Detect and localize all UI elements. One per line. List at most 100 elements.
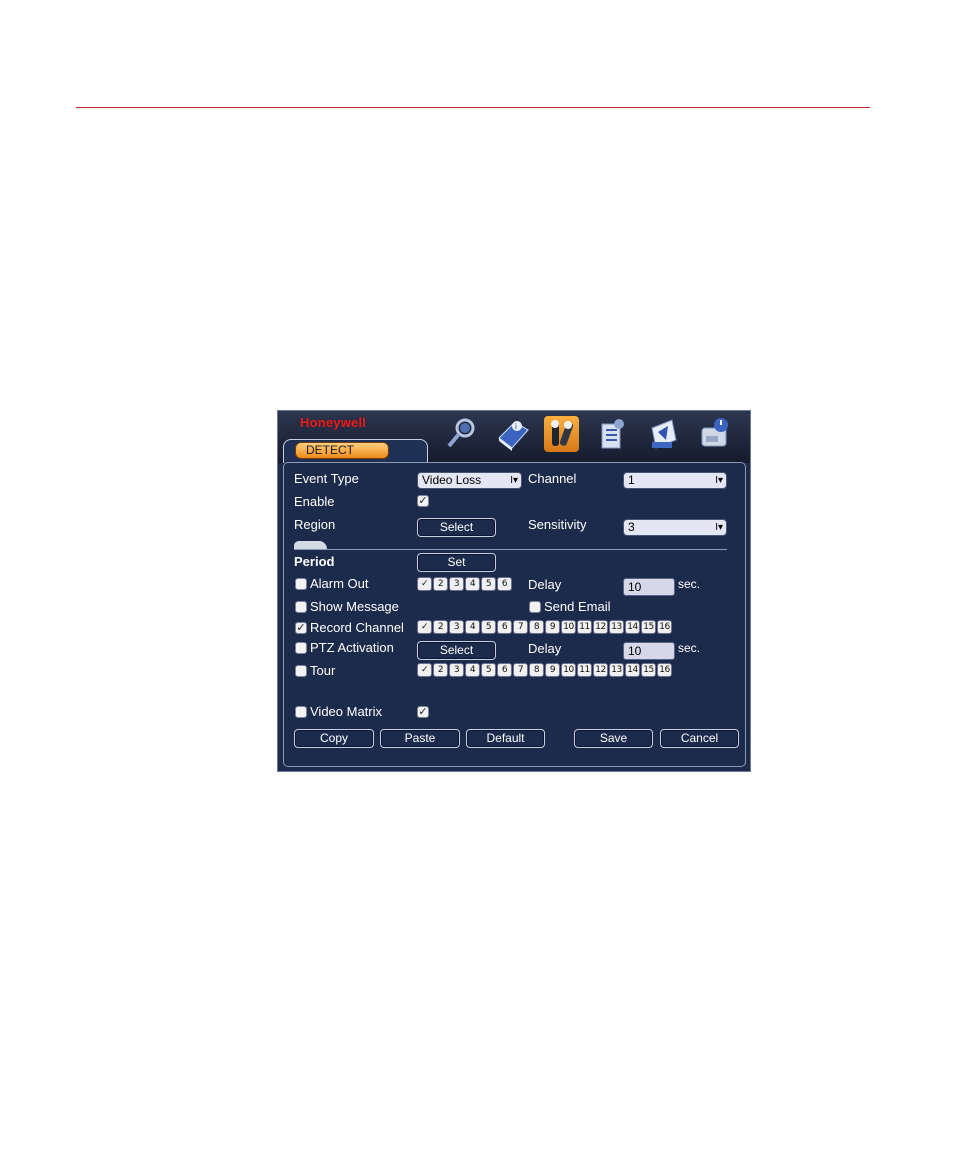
ptz-delay-label: Delay	[528, 641, 562, 656]
record-channel-14[interactable]: 14	[625, 620, 640, 634]
record-channel-15[interactable]: 15	[641, 620, 656, 634]
send-email-checkbox[interactable]	[529, 601, 541, 613]
svg-text:i: i	[515, 422, 517, 431]
event-type-dropdown[interactable]: Video Loss I▾	[417, 472, 522, 489]
alarm-out-checkbox[interactable]	[295, 578, 307, 590]
show-message-label: Show Message	[310, 599, 399, 614]
alarm-output-5[interactable]: 5	[481, 577, 496, 591]
tour-channel-9[interactable]: 9	[545, 663, 560, 677]
alarm-output-6[interactable]: 6	[497, 577, 512, 591]
record-channel-3[interactable]: 3	[449, 620, 464, 634]
enable-label: Enable	[294, 494, 335, 509]
paste-button[interactable]: Paste	[380, 729, 460, 748]
region-label: Region	[294, 517, 336, 532]
default-button[interactable]: Default	[466, 729, 545, 748]
channel-label: Channel	[528, 471, 577, 486]
alarm-delay-input[interactable]	[623, 578, 675, 596]
tour-channel-1[interactable]: ✓	[417, 663, 432, 677]
ptz-delay-input[interactable]	[623, 642, 675, 660]
tour-channel-7[interactable]: 7	[513, 663, 528, 677]
ptz-delay-unit: sec.	[678, 641, 701, 655]
alarm-delay-unit: sec.	[678, 577, 701, 591]
alarm-output-selector: ✓ 2 3 4 5 6	[417, 577, 512, 591]
tab-detect-label: DETECT	[295, 442, 389, 459]
alarm-out-label: Alarm Out	[310, 576, 369, 591]
enable-checkbox[interactable]: ✓	[417, 495, 429, 507]
record-channel-12[interactable]: 12	[593, 620, 608, 634]
event-type-value: Video Loss	[422, 473, 482, 487]
sensitivity-label: Sensitivity	[528, 517, 587, 532]
record-channel-5[interactable]: 5	[481, 620, 496, 634]
period-set-button[interactable]: Set	[417, 553, 496, 572]
alarm-output-3[interactable]: 3	[449, 577, 464, 591]
record-channel-16[interactable]: 16	[657, 620, 672, 634]
record-channel-6[interactable]: 6	[497, 620, 512, 634]
section-divider	[294, 549, 727, 550]
video-matrix-checkbox[interactable]	[295, 706, 307, 718]
tour-channel-selector: ✓ 2 3 4 5 6 7 8 9 10 11 12 13 14 15 16	[417, 663, 672, 677]
region-select-button[interactable]: Select	[417, 518, 496, 537]
shutdown-icon[interactable]	[697, 416, 732, 452]
settings-panel: Event Type Video Loss I▾ Channel 1 I▾ En…	[283, 462, 746, 767]
record-channel-2[interactable]: 2	[433, 620, 448, 634]
ptz-activation-label: PTZ Activation	[310, 640, 394, 655]
save-button[interactable]: Save	[574, 729, 653, 748]
record-channel-9[interactable]: 9	[545, 620, 560, 634]
show-message-checkbox[interactable]	[295, 601, 307, 613]
info-book-icon[interactable]: i	[495, 416, 530, 452]
setting-tools-icon[interactable]	[544, 416, 579, 452]
tour-label: Tour	[310, 663, 336, 678]
record-channel-11[interactable]: 11	[577, 620, 592, 634]
top-bar: Honeywell DETECT i	[278, 411, 750, 463]
tour-channel-6[interactable]: 6	[497, 663, 512, 677]
alarm-output-2[interactable]: 2	[433, 577, 448, 591]
record-channel-7[interactable]: 7	[513, 620, 528, 634]
tour-channel-4[interactable]: 4	[465, 663, 480, 677]
ptz-activation-checkbox[interactable]	[295, 642, 307, 654]
tour-channel-11[interactable]: 11	[577, 663, 592, 677]
tour-channel-15[interactable]: 15	[641, 663, 656, 677]
tour-channel-12[interactable]: 12	[593, 663, 608, 677]
channel-value: 1	[628, 473, 635, 487]
tour-channel-10[interactable]: 10	[561, 663, 576, 677]
record-channel-8[interactable]: 8	[529, 620, 544, 634]
channel-dropdown[interactable]: 1 I▾	[623, 472, 727, 489]
dropdown-arrow-icon: I▾	[715, 475, 723, 486]
alarm-delay-label: Delay	[528, 577, 562, 592]
detect-window: Honeywell DETECT i Event Type Video Loss…	[277, 410, 751, 772]
backup-icon[interactable]	[646, 416, 681, 452]
copy-button[interactable]: Copy	[294, 729, 374, 748]
tour-channel-5[interactable]: 5	[481, 663, 496, 677]
send-email-label: Send Email	[544, 599, 611, 614]
alarm-output-4[interactable]: 4	[465, 577, 480, 591]
tour-channel-8[interactable]: 8	[529, 663, 544, 677]
period-label: Period	[294, 554, 335, 569]
tour-checkbox[interactable]	[295, 665, 307, 677]
record-channel-checkbox[interactable]: ✓	[295, 622, 307, 634]
advanced-list-icon[interactable]	[595, 416, 630, 452]
tour-channel-3[interactable]: 3	[449, 663, 464, 677]
sensitivity-dropdown[interactable]: 3 I▾	[623, 519, 727, 536]
dropdown-arrow-icon: I▾	[510, 475, 518, 486]
tour-channel-14[interactable]: 14	[625, 663, 640, 677]
record-channel-10[interactable]: 10	[561, 620, 576, 634]
search-icon[interactable]	[443, 416, 478, 452]
record-channel-4[interactable]: 4	[465, 620, 480, 634]
event-type-label: Event Type	[294, 471, 359, 486]
header-rule	[76, 107, 870, 108]
cancel-button[interactable]: Cancel	[660, 729, 739, 748]
dropdown-arrow-icon: I▾	[715, 522, 723, 533]
record-channel-13[interactable]: 13	[609, 620, 624, 634]
record-channel-label: Record Channel	[310, 620, 404, 635]
record-channel-1[interactable]: ✓	[417, 620, 432, 634]
sensitivity-value: 3	[628, 520, 635, 534]
video-matrix-label: Video Matrix	[310, 704, 383, 719]
section-divider-tab	[294, 541, 327, 549]
tour-channel-2[interactable]: 2	[433, 663, 448, 677]
alarm-output-1[interactable]: ✓	[417, 577, 432, 591]
tour-channel-16[interactable]: 16	[657, 663, 672, 677]
tab-detect[interactable]: DETECT	[283, 439, 428, 463]
ptz-select-button[interactable]: Select	[417, 641, 496, 660]
video-matrix-enable-checkbox[interactable]: ✓	[417, 706, 429, 718]
tour-channel-13[interactable]: 13	[609, 663, 624, 677]
